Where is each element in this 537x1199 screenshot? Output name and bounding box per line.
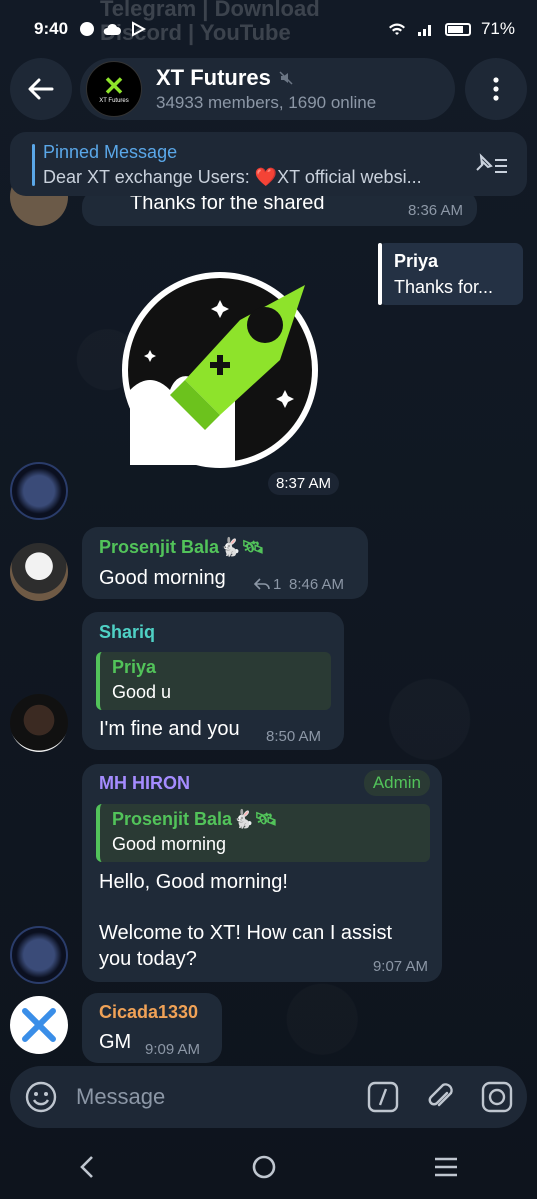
sender-name: Shariq: [99, 622, 156, 642]
reply-count: 1: [273, 576, 282, 593]
admin-badge: Admin: [363, 770, 430, 796]
avatar[interactable]: [10, 543, 68, 601]
pinned-body: Dear XT exchange Users: ❤️XT official we…: [43, 167, 422, 187]
quote-text: Good morning: [112, 834, 227, 854]
sender-name: Cicada1330: [99, 1002, 199, 1022]
message-text: Hello, Good morning!: [99, 871, 288, 893]
message-bubble[interactable]: MH HIRON Admin Prosenjit Bala🐇🛰 Good mor…: [82, 764, 442, 982]
status-bar: 9:40 71%: [0, 0, 537, 58]
avatar[interactable]: [10, 926, 68, 984]
message-time: 8:46 AM: [289, 576, 345, 593]
back-button[interactable]: [10, 58, 72, 120]
chat-title: XT Futures: [156, 65, 271, 90]
message-time: 9:07 AM: [372, 958, 428, 975]
avatar[interactable]: [10, 462, 68, 520]
back-nav-icon[interactable]: [78, 1154, 96, 1180]
system-nav-bar: [0, 1135, 537, 1199]
message-time: 9:09 AM: [145, 1041, 201, 1058]
quote-name: Priya: [112, 657, 157, 677]
message-input[interactable]: Message: [76, 1084, 165, 1110]
sticker-time: 8:37 AM: [268, 472, 340, 495]
pinned-message-bar[interactable]: Pinned Message Dear XT exchange Users: ❤…: [10, 132, 527, 196]
reply-arrow-icon: [254, 578, 270, 590]
message-time: 8:50 AM: [266, 728, 322, 745]
notification-icons: [80, 21, 147, 37]
pinned-title: Pinned Message: [43, 142, 178, 162]
arrow-left-icon: [28, 78, 54, 100]
message-text: I'm fine and you: [99, 718, 240, 740]
message-bubble[interactable]: Shariq Priya Good u I'm fine and you 8:5…: [82, 612, 344, 750]
xt-logo-icon: ✕: [103, 71, 125, 101]
quote-name: Prosenjit Bala🐇🛰: [112, 809, 278, 829]
sender-name: MH HIRON: [99, 773, 190, 793]
chat-title-area[interactable]: ✕ XT Futures XT Futures 34933 members, 1…: [80, 58, 455, 120]
avatar[interactable]: [10, 694, 68, 752]
message-bubble[interactable]: Cicada1330 GM 9:09 AM: [82, 993, 222, 1063]
quote-text: Good u: [112, 682, 172, 702]
chat-header: ✕ XT Futures XT Futures 34933 members, 1…: [10, 58, 527, 122]
group-avatar[interactable]: ✕ XT Futures: [86, 61, 142, 117]
message-bubble[interactable]: Prosenjit Bala🐇🛰 Good morning 1 8:46 AM: [82, 527, 368, 599]
battery-icon: [444, 22, 471, 36]
recents-nav-icon[interactable]: [433, 1156, 459, 1178]
message-text: GM: [99, 1031, 132, 1053]
message-text: Good morning: [99, 567, 226, 589]
avatar-label: XT Futures: [99, 98, 129, 104]
attach-icon[interactable]: [425, 1081, 455, 1113]
signal-icon: [417, 25, 431, 36]
battery-level: 71%: [480, 19, 515, 38]
reply-preview[interactable]: Priya Thanks for...: [378, 243, 523, 305]
cloud-icon: [103, 23, 122, 35]
rocket-icon: [122, 272, 318, 468]
camera-icon[interactable]: [481, 1081, 513, 1113]
muted-icon: [279, 71, 293, 85]
sender-name: Prosenjit Bala🐇🛰: [99, 537, 265, 557]
avatar[interactable]: [10, 996, 68, 1054]
xt-logo-icon: [22, 1008, 56, 1042]
emoji-icon[interactable]: [24, 1080, 58, 1114]
quoted-reply[interactable]: Priya Good u: [96, 652, 331, 710]
reply-preview-text: Thanks for...: [394, 277, 494, 297]
play-icon: [132, 21, 147, 37]
more-options-button[interactable]: [465, 58, 527, 120]
clock: 9:40: [34, 19, 69, 38]
message-time: 8:36 AM: [407, 202, 463, 219]
message-composer: Message: [10, 1066, 527, 1128]
home-nav-icon[interactable]: [251, 1154, 277, 1180]
reply-preview-name: Priya: [394, 251, 439, 271]
bot-commands-icon[interactable]: [367, 1081, 399, 1113]
chat-icon: [80, 22, 95, 36]
kebab-menu-icon: [493, 77, 499, 101]
rocket-sticker[interactable]: [120, 270, 320, 470]
quoted-reply[interactable]: Prosenjit Bala🐇🛰 Good morning: [96, 804, 430, 862]
chat-subtitle: 34933 members, 1690 online: [156, 93, 377, 112]
pin-list-icon[interactable]: [473, 152, 509, 176]
wifi-icon: [388, 23, 405, 35]
message-text: Welcome to XT! How can I assist: [99, 922, 393, 944]
message-text: you today?: [99, 948, 197, 970]
